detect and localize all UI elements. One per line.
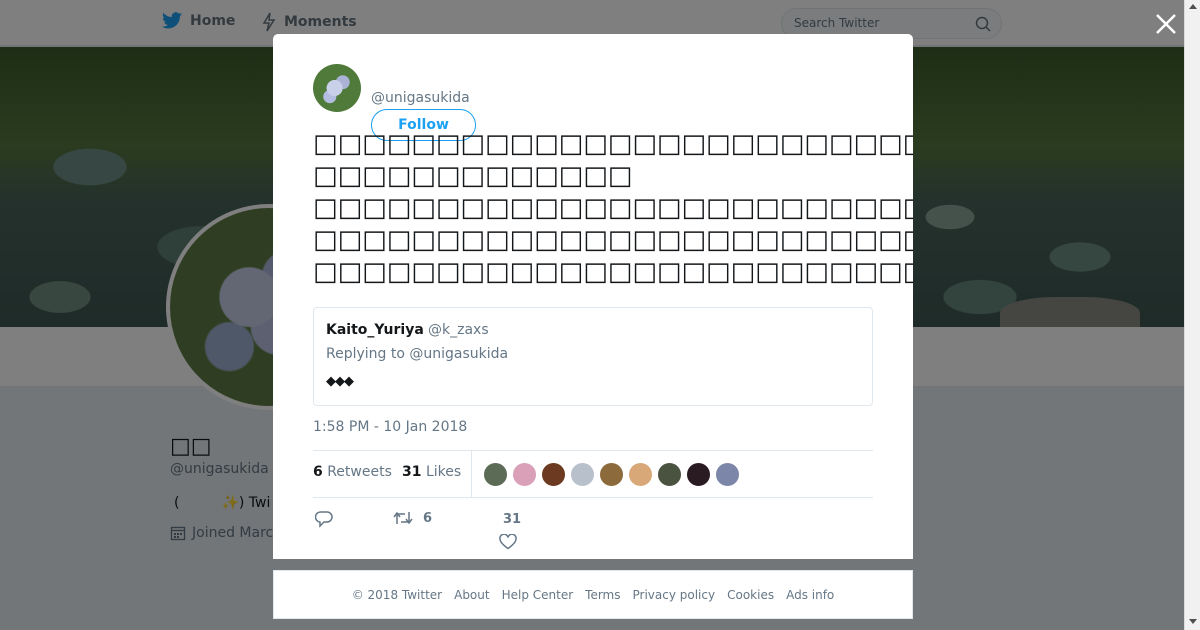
likes-label: Likes: [425, 464, 462, 480]
footer-link-help-center[interactable]: Help Center: [502, 588, 574, 602]
scroll-down-arrow-icon[interactable]: [1189, 619, 1197, 624]
liker-avatar[interactable]: [541, 462, 566, 487]
tweet-text-line: □□□□□□□□□□□□□: [313, 161, 633, 191]
stats-divider: [471, 451, 472, 497]
reply-icon: [315, 511, 333, 528]
replying-to: Replying to @unigasukida: [326, 346, 508, 362]
quoted-reply-card[interactable]: Kaito_Yuriya @k_zaxs Replying to @unigas…: [313, 307, 873, 406]
liker-avatar[interactable]: [686, 462, 711, 487]
scrollbar[interactable]: [1184, 0, 1200, 630]
footer-link-privacy[interactable]: Privacy policy: [633, 588, 716, 602]
retweets-label: Retweets: [327, 464, 392, 480]
tweet-text-line: □□□□□□□□□□□□□□□□□□□□□□□□□□□□□□□□: [313, 193, 913, 223]
footer: © 2018 Twitter About Help Center Terms P…: [273, 570, 913, 619]
close-icon[interactable]: [1154, 12, 1178, 36]
tweet-text: □□□□□□□□□□□□□□□□□□□□□□□□□ □□□□□□□□□□□□□ …: [313, 128, 913, 288]
footer-copyright: © 2018 Twitter: [351, 588, 443, 602]
retweet-count: 6: [423, 510, 433, 526]
footer-links: © 2018 Twitter About Help Center Terms P…: [274, 571, 912, 602]
footer-link-terms[interactable]: Terms: [585, 588, 620, 602]
reply-button[interactable]: [315, 510, 333, 528]
liker-avatar[interactable]: [599, 462, 624, 487]
quoted-author-name[interactable]: Kaito_Yuriya: [326, 322, 424, 338]
like-count: 31: [503, 512, 522, 527]
like-button[interactable]: [499, 534, 517, 550]
footer-link-cookies[interactable]: Cookies: [727, 588, 774, 602]
scroll-up-arrow-icon[interactable]: [1189, 4, 1197, 9]
retweets-stat[interactable]: 6 Retweets: [313, 464, 392, 480]
liker-avatar[interactable]: [570, 462, 595, 487]
tweet-actions: 6 31: [313, 510, 873, 550]
tweet-text-line: □□□□□□□□□□□□□□□□□□□□□□□□□: [313, 129, 913, 159]
liker-avatar[interactable]: [512, 462, 537, 487]
tweet-stats: 6 Retweets 31 Likes: [313, 450, 873, 498]
footer-link-ads-info[interactable]: Ads info: [786, 588, 834, 602]
tweet-text-line: □□□□□□□□□□□□□□□□□□□□□□□□□□□□□□□□□□□□□□□□…: [313, 225, 913, 255]
author-handle[interactable]: @unigasukida: [371, 90, 470, 106]
liker-avatar[interactable]: [483, 462, 508, 487]
retweets-count: 6: [313, 464, 323, 480]
liker-avatar[interactable]: [715, 462, 740, 487]
tweet-timestamp[interactable]: 1:58 PM - 10 Jan 2018: [313, 419, 467, 435]
heart-icon: [499, 534, 517, 550]
liker-avatar[interactable]: [628, 462, 653, 487]
author-avatar[interactable]: [313, 64, 361, 112]
replying-to-link[interactable]: @unigasukida: [409, 346, 508, 362]
tweet-text-line: □□□□□□□□□□□□□□□□□□□□□□□□□□□□□□□□□□□□□□□□…: [313, 257, 913, 287]
quoted-author-handle[interactable]: @k_zaxs: [428, 322, 489, 338]
tweet-modal: @unigasukida Follow □□□□□□□□□□□□□□□□□□□□…: [273, 34, 913, 559]
likes-count: 31: [402, 464, 422, 480]
liker-avatar[interactable]: [657, 462, 682, 487]
likes-stat[interactable]: 31 Likes: [402, 464, 461, 480]
quoted-body: ◆◆◆: [326, 374, 354, 389]
footer-link-about[interactable]: About: [454, 588, 489, 602]
retweet-button[interactable]: 6: [393, 510, 432, 526]
liker-avatars: [483, 462, 740, 487]
replying-to-prefix: Replying to: [326, 346, 405, 362]
retweet-icon: [393, 511, 413, 525]
